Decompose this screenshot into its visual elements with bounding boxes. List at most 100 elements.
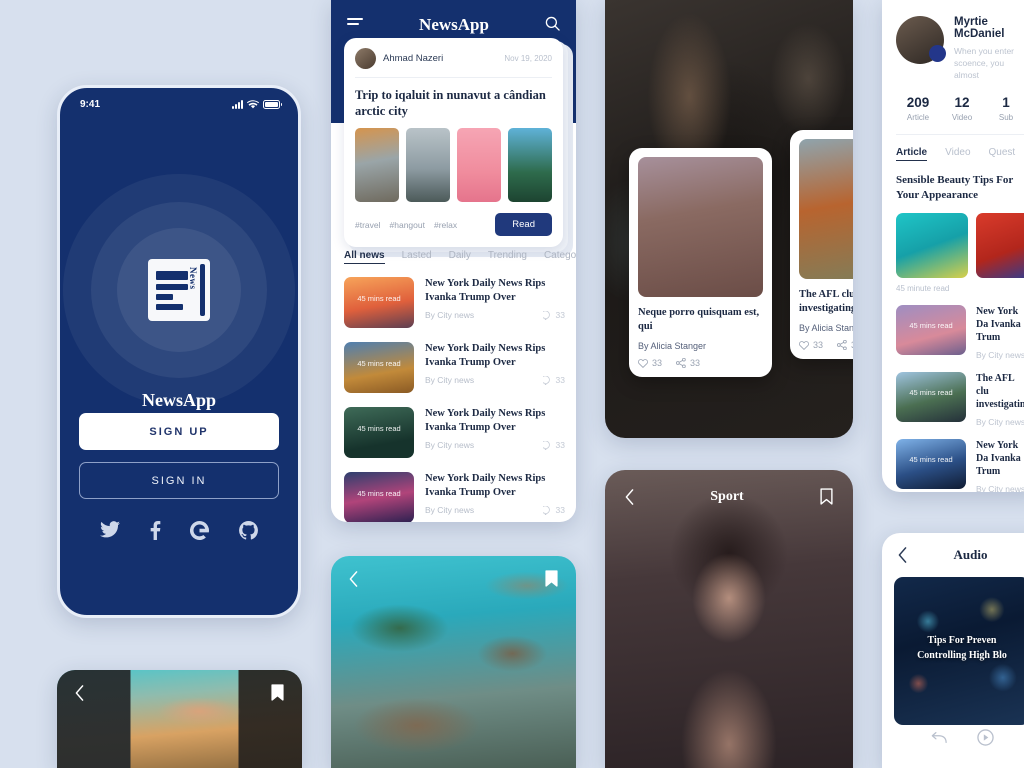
- sign-up-button[interactable]: SIGN UP: [79, 413, 279, 450]
- gym-screen: Neque porro quisquam est, qui By Alicia …: [605, 0, 853, 438]
- list-item[interactable]: 45 mins read New York Da Ivanka Trum By …: [896, 305, 1024, 360]
- avatar[interactable]: [896, 16, 946, 64]
- search-icon[interactable]: [545, 16, 560, 31]
- share-icon: [676, 358, 686, 368]
- mountain-navbar: [57, 670, 302, 701]
- list-item-author: By City news: [976, 484, 1024, 492]
- battery-icon: [263, 99, 282, 109]
- tab-all-news[interactable]: All news: [344, 250, 385, 264]
- rewind-icon[interactable]: [931, 731, 947, 744]
- facebook-icon[interactable]: [150, 521, 161, 540]
- google-icon[interactable]: [190, 521, 210, 540]
- list-item[interactable]: 45 mins read New York Daily News Rips Iv…: [344, 407, 565, 458]
- like-stat[interactable]: 33: [638, 358, 662, 368]
- sport-navbar: Sport: [605, 470, 853, 505]
- feed-tabs: All news Lasted Daily Trending Catego: [344, 250, 576, 264]
- stat-sub[interactable]: 1 Sub: [984, 95, 1024, 122]
- chevron-left-icon[interactable]: [75, 684, 84, 701]
- audio-cover-image: Tips For Preven Controlling High Blo: [894, 577, 1024, 725]
- profile-tabs: Article Video Quest: [882, 135, 1024, 161]
- bookmark-icon[interactable]: [820, 488, 833, 505]
- hamburger-menu-icon[interactable]: [347, 18, 363, 28]
- list-item[interactable]: 45 mins read New York Da Ivanka Trum By …: [896, 439, 1024, 492]
- profile-article-list: 45 mins read New York Da Ivanka Trum By …: [882, 293, 1024, 492]
- tag-relax[interactable]: #relax: [434, 220, 457, 230]
- read-button[interactable]: Read: [495, 213, 552, 236]
- read-time: 45 mins read: [357, 294, 401, 303]
- gym-card[interactable]: The AFL club say investigating afte By A…: [790, 130, 853, 359]
- hero-thumb[interactable]: [355, 128, 399, 202]
- list-item-meta: By City news 33: [425, 505, 565, 515]
- sport-screen: Sport: [605, 470, 853, 768]
- signal-icon: [232, 99, 243, 109]
- gallery-image[interactable]: [896, 213, 968, 278]
- stat-article[interactable]: 209 Article: [896, 95, 940, 122]
- read-time: 45 mins read: [909, 388, 953, 397]
- list-item-thumbnail: 45 mins read: [344, 277, 414, 328]
- splash-screen: 9:41 News NewsApp SIGN UP SIGN IN: [57, 85, 301, 618]
- tab-category[interactable]: Catego: [544, 250, 576, 264]
- tab-daily[interactable]: Daily: [449, 250, 471, 264]
- list-item-title: New York Da Ivanka Trum: [976, 440, 1021, 477]
- like-count: 33: [813, 340, 824, 350]
- sign-in-button[interactable]: SIGN IN: [79, 462, 279, 499]
- read-time: 45 mins read: [357, 424, 401, 433]
- stat-value: 1: [1002, 95, 1010, 110]
- audio-screen: Audio Tips For Preven Controlling High B…: [882, 533, 1024, 768]
- tab-trending[interactable]: Trending: [488, 250, 527, 264]
- list-item-title: New York Da Ivanka Trum: [976, 306, 1021, 343]
- gym-card-author: By Alicia Stanger: [638, 341, 707, 351]
- hero-thumb[interactable]: [457, 128, 501, 202]
- bookmark-icon[interactable]: [545, 570, 558, 587]
- hero-thumb[interactable]: [406, 128, 450, 202]
- list-item-author: By City news: [425, 375, 475, 385]
- tab-lasted[interactable]: Lasted: [402, 250, 432, 264]
- profile-header: Myrtie McDaniel When you enter scoence, …: [882, 0, 1024, 81]
- list-item-thumbnail: 45 mins read: [896, 305, 966, 355]
- tab-article[interactable]: Article: [896, 147, 928, 161]
- list-item-title: New York Daily News Rips Ivanka Trump Ov…: [425, 278, 546, 303]
- list-item[interactable]: 45 mins read The AFL clu investigatin By…: [896, 372, 1024, 427]
- list-item[interactable]: 45 mins read New York Daily News Rips Iv…: [344, 342, 565, 393]
- hero-thumbnails: [355, 128, 552, 202]
- stat-value: 209: [906, 95, 930, 110]
- hero-card[interactable]: Ahmad Nazeri Nov 19, 2020 Trip to iqalui…: [344, 38, 563, 247]
- profile-gallery: [882, 203, 1024, 278]
- chevron-left-icon[interactable]: [898, 547, 907, 563]
- read-time: 45 mins read: [357, 359, 401, 368]
- list-item[interactable]: 45 mins read New York Daily News Rips Iv…: [344, 472, 565, 522]
- hero-date: Nov 19, 2020: [504, 54, 552, 63]
- stat-video[interactable]: 12 Video: [940, 95, 984, 122]
- hero-thumb[interactable]: [508, 128, 552, 202]
- logo-word: News: [188, 267, 198, 290]
- stat-label: Article: [906, 113, 930, 122]
- comment-count: 33: [542, 310, 565, 320]
- share-count: 33: [851, 340, 853, 350]
- list-item[interactable]: 45 mins read New York Daily News Rips Iv…: [344, 277, 565, 328]
- tab-question[interactable]: Quest: [989, 147, 1016, 161]
- screenshot-canvas: 9:41 News NewsApp SIGN UP SIGN IN NewsAp…: [0, 0, 1024, 768]
- tag-hangout[interactable]: #hangout: [390, 220, 425, 230]
- share-stat[interactable]: 33: [837, 340, 853, 350]
- avatar: [355, 48, 376, 69]
- twitter-icon[interactable]: [99, 521, 120, 538]
- chevron-left-icon[interactable]: [625, 488, 634, 505]
- bookmark-icon[interactable]: [271, 684, 284, 701]
- tag-travel[interactable]: #travel: [355, 220, 381, 230]
- tab-video[interactable]: Video: [945, 147, 970, 161]
- profile-featured-title: Sensible Beauty Tips For Your Appearance: [896, 174, 1014, 201]
- share-stat[interactable]: 33: [676, 358, 700, 368]
- sport-title: Sport: [710, 488, 744, 504]
- chevron-left-icon[interactable]: [349, 570, 358, 587]
- list-item-meta: By City news 33: [425, 310, 565, 320]
- like-stat[interactable]: 33: [799, 340, 823, 350]
- news-feed-screen: NewsApp Ahmad Nazeri Nov 19, 2020 Trip t…: [331, 0, 576, 522]
- play-circle-icon[interactable]: [976, 729, 994, 746]
- social-login-row: [79, 521, 279, 540]
- gym-card[interactable]: Neque porro quisquam est, qui By Alicia …: [629, 148, 772, 377]
- read-time: 45 mins read: [909, 321, 953, 330]
- gallery-image[interactable]: [976, 213, 1024, 278]
- stat-label: Video: [951, 113, 973, 122]
- github-icon[interactable]: [239, 521, 259, 540]
- hero-footer: #travel #hangout #relax Read: [355, 213, 552, 236]
